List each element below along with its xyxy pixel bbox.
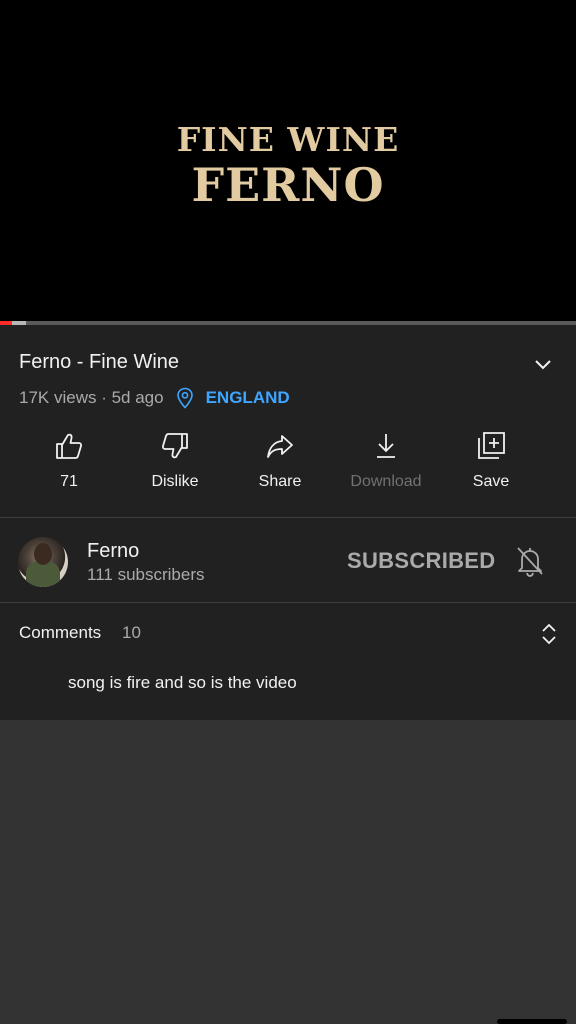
location-pin-icon (176, 387, 193, 409)
view-count: 17K views (19, 388, 97, 407)
subscriber-count: 111 subscribers (87, 565, 205, 584)
dislike-button[interactable]: Dislike (125, 430, 225, 491)
video-overlay-line1: FINE WINE (176, 120, 400, 159)
share-label: Share (258, 473, 302, 490)
comments-section[interactable]: Comments 10 song is fire and so is the v… (0, 603, 576, 720)
video-overlay-line2: FERNO (191, 158, 385, 212)
gesture-nav-handle[interactable] (497, 1019, 567, 1024)
video-title[interactable]: Ferno - Fine Wine (19, 351, 179, 374)
avatar-face-shape (34, 543, 52, 565)
meta-separator: · (96, 388, 112, 407)
thumbs-up-icon (56, 433, 83, 459)
notifications-off-bell-icon[interactable] (514, 544, 546, 578)
like-count: 71 (60, 473, 78, 490)
comments-title: Comments (19, 623, 102, 642)
upload-age: 5d ago (111, 388, 164, 407)
video-info-panel: Ferno - Fine Wine 17K views · 5d ago ENG… (0, 325, 576, 720)
expand-collapse-icon[interactable] (539, 621, 559, 647)
share-button[interactable]: Share (230, 430, 330, 491)
chevron-down-icon[interactable] (532, 353, 554, 375)
download-icon (377, 434, 395, 458)
location-link[interactable]: ENGLAND (206, 388, 290, 408)
thumbs-down-icon (161, 433, 188, 459)
save-label: Save (472, 473, 510, 490)
channel-avatar[interactable] (18, 537, 68, 587)
like-button[interactable]: 71 (19, 430, 119, 491)
top-comment-text: song is fire and so is the video (68, 673, 297, 692)
download-label: Download (350, 473, 422, 490)
add-to-playlist-icon (478, 432, 505, 459)
download-button[interactable]: Download (336, 430, 436, 491)
action-bar: 71 Dislike Share Download Save (0, 430, 576, 500)
channel-row: Ferno 111 subscribers SUBSCRIBED (0, 518, 576, 602)
share-arrow-icon (267, 435, 293, 458)
comments-count: 10 (122, 623, 141, 642)
video-meta: 17K views · 5d ago ENGLAND (19, 387, 290, 409)
subscribed-button[interactable]: SUBSCRIBED (347, 548, 495, 574)
save-button[interactable]: Save (441, 430, 541, 491)
video-player[interactable]: FINE WINE FERNO (0, 0, 576, 323)
channel-name[interactable]: Ferno (87, 540, 139, 563)
dislike-label: Dislike (151, 473, 199, 490)
